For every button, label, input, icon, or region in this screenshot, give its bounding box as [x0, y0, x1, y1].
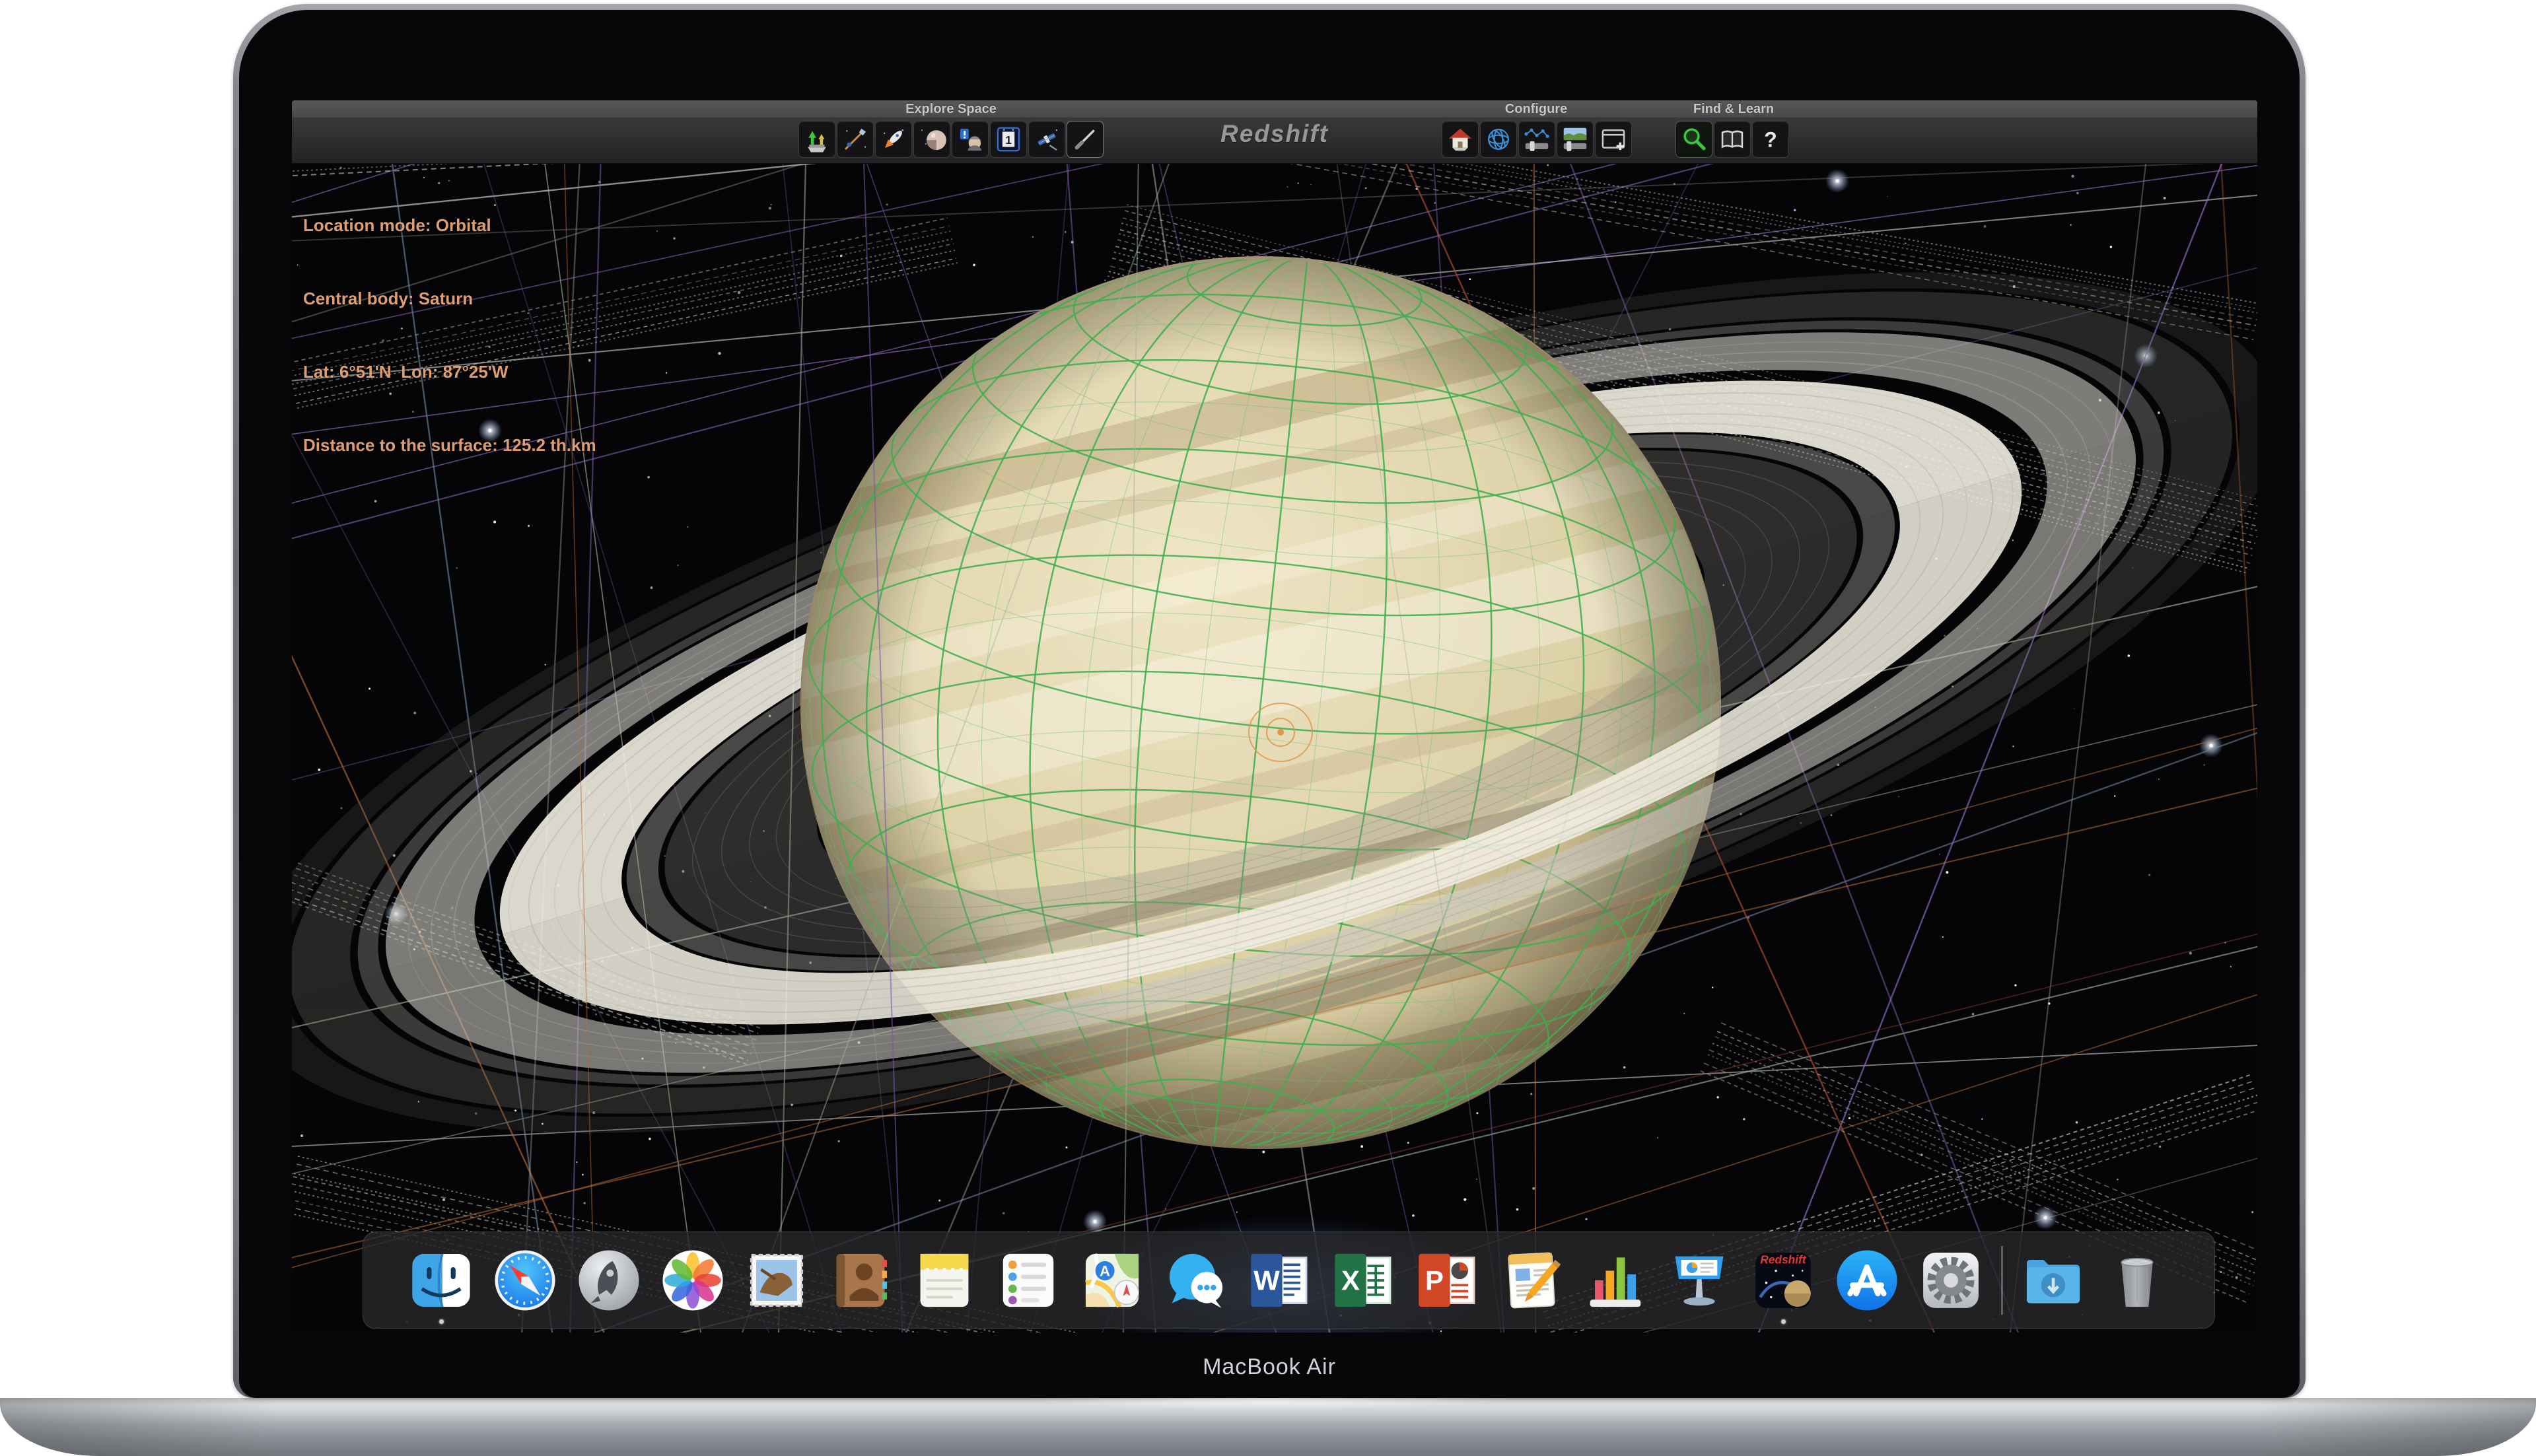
display: Explore Space Configure Find & Learn Red…: [292, 100, 2257, 1333]
home-icon[interactable]: [1442, 121, 1479, 158]
dock-item-photos[interactable]: [659, 1247, 726, 1314]
running-indicator: [439, 1319, 444, 1324]
laptop-lid: Explore Space Configure Find & Learn Red…: [233, 4, 2306, 1398]
dock-item-word[interactable]: W: [1246, 1247, 1314, 1314]
explore-space-buttons: 1: [798, 121, 1104, 158]
dock-item-app-store[interactable]: [1833, 1247, 1901, 1314]
dock-item-mail[interactable]: [743, 1247, 810, 1314]
base-right-shade: [2259, 1398, 2536, 1456]
hinge-notch: [1030, 1398, 1506, 1408]
configure-buttons: [1442, 121, 1632, 158]
status-central-body: Central body: Saturn: [303, 287, 596, 311]
toolbar-section-configure: Configure: [1505, 101, 1567, 118]
word-glyph: W: [1253, 1265, 1280, 1296]
dock-item-downloads[interactable]: [2020, 1247, 2087, 1314]
maps-pin-glyph: A: [1100, 1263, 1110, 1280]
dock-divider: [2001, 1246, 2003, 1315]
app-toolbar: Explore Space Configure Find & Learn Red…: [292, 100, 2257, 164]
spacecraft-icon[interactable]: [837, 121, 874, 158]
status-distance: Distance to the surface: 125.2 th.km: [303, 433, 596, 458]
redshift-icon-label: Redshift: [1760, 1253, 1806, 1266]
observer-icon[interactable]: [952, 121, 989, 158]
toolbar-section-find-learn: Find & Learn: [1693, 101, 1774, 118]
dock-item-excel[interactable]: X: [1330, 1247, 1397, 1314]
search-icon[interactable]: [1675, 121, 1712, 158]
dock-item-system-preferences[interactable]: [1917, 1247, 1985, 1314]
dome-icon[interactable]: [913, 121, 950, 158]
question-mark-icon[interactable]: ?: [1752, 121, 1789, 158]
dock-item-maps[interactable]: A: [1078, 1247, 1146, 1314]
model-label: MacBook Air: [239, 1354, 2300, 1380]
dock-item-powerpoint[interactable]: P: [1414, 1247, 1481, 1314]
star-chart-slider-icon[interactable]: [1518, 121, 1555, 158]
dock-item-trash[interactable]: [2103, 1247, 2171, 1314]
running-indicator: [1781, 1319, 1786, 1324]
dock-item-keynote[interactable]: [1666, 1247, 1733, 1314]
panorama-slider-icon[interactable]: [1557, 121, 1594, 158]
screen-bezel: Explore Space Configure Find & Learn Red…: [239, 10, 2300, 1398]
ascend-arrows-icon[interactable]: [798, 121, 835, 158]
find-learn-buttons: ?: [1675, 121, 1789, 158]
redshift-logo: Redshift: [1220, 120, 1329, 148]
rocket-icon[interactable]: [875, 121, 912, 158]
calendar-day-glyph: 1: [1005, 133, 1012, 147]
dock-item-redshift[interactable]: Redshift: [1749, 1247, 1817, 1314]
dock-item-messages[interactable]: [1162, 1247, 1230, 1314]
dock: A W X P: [363, 1231, 2215, 1329]
laptop-base: [0, 1398, 2536, 1456]
status-lat-lon: Lat: 6°51'N Lon: 87°25'W: [303, 360, 596, 384]
dock-item-launchpad[interactable]: [575, 1247, 643, 1314]
dock-item-finder[interactable]: [407, 1247, 475, 1314]
macbook-air-device: Explore Space Configure Find & Learn Red…: [0, 0, 2536, 1456]
help-glyph: ?: [1764, 128, 1777, 152]
diagonal-pointer-icon[interactable]: [1067, 121, 1104, 158]
toolbar-section-explore-space: Explore Space: [905, 101, 997, 118]
excel-glyph: X: [1341, 1265, 1359, 1296]
dock-item-notes[interactable]: [911, 1247, 978, 1314]
new-window-icon[interactable]: [1595, 121, 1632, 158]
satellite-icon[interactable]: [1028, 121, 1065, 158]
dock-item-safari[interactable]: [491, 1247, 559, 1314]
dock-item-pages[interactable]: [1498, 1247, 1565, 1314]
dock-item-numbers[interactable]: [1582, 1247, 1649, 1314]
dock-item-reminders[interactable]: [995, 1247, 1062, 1314]
status-panel: Location mode: Orbital Central body: Sat…: [303, 164, 596, 506]
base-left-shade: [0, 1398, 277, 1456]
dock-item-contacts[interactable]: [827, 1247, 894, 1314]
book-icon[interactable]: [1714, 121, 1751, 158]
status-location-mode: Location mode: Orbital: [303, 213, 596, 238]
powerpoint-glyph: P: [1425, 1265, 1443, 1296]
wireframe-globe-icon[interactable]: [1480, 121, 1517, 158]
calendar-icon[interactable]: 1: [990, 121, 1027, 158]
